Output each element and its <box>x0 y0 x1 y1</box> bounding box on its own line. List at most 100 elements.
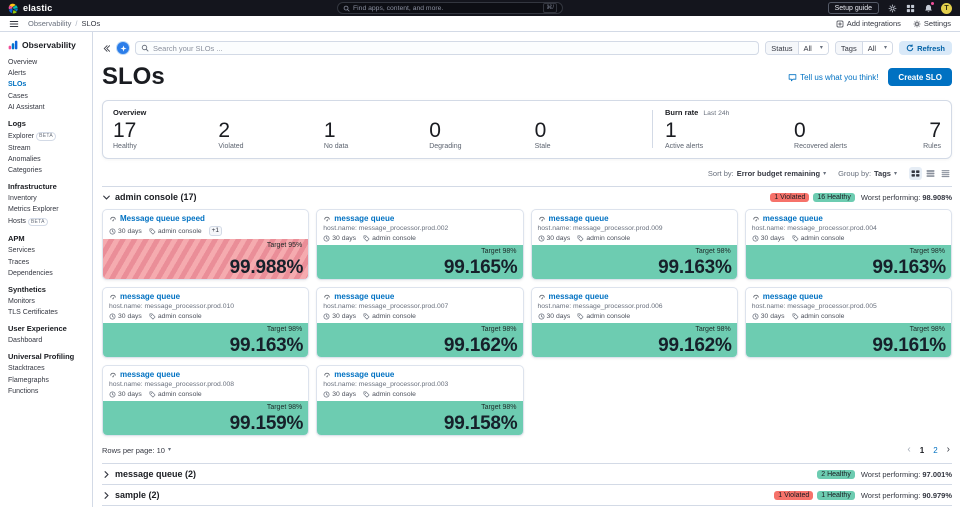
elastic-logo[interactable]: elastic <box>8 3 52 14</box>
slo-search-field[interactable] <box>135 41 759 55</box>
notifications-bell-icon[interactable] <box>923 3 933 13</box>
caret-down-icon: ▾ <box>894 171 897 177</box>
slo-search-input[interactable] <box>153 44 753 53</box>
apps-grid-icon[interactable] <box>905 3 915 13</box>
group-meta: 2 Healthy Worst performing: 97.001% <box>817 470 952 479</box>
settings-link[interactable]: Settings <box>913 19 951 28</box>
page-number[interactable]: 2 <box>933 446 937 455</box>
sidebar-item-traces[interactable]: Traces <box>8 256 88 267</box>
setup-guide-button[interactable]: Setup guide <box>828 2 879 14</box>
user-avatar[interactable]: T <box>941 3 952 14</box>
slo-card[interactable]: message queue host.name: message_process… <box>531 209 738 280</box>
list-view-button[interactable] <box>924 167 937 180</box>
sidebar-item-hosts[interactable]: Hosts BETA <box>8 216 88 229</box>
rows-per-page-dropdown[interactable]: Rows per page: 10 ▾ <box>102 446 171 455</box>
breadcrumb-bar: Observability / SLOs Add integrations Se… <box>0 16 960 32</box>
feedback-button[interactable]: Tell us what you think! <box>788 73 878 82</box>
slo-card[interactable]: message queue host.name: message_process… <box>316 365 523 436</box>
slo-card-host: host.name: message_processor.prod.010 <box>109 303 302 310</box>
sidebar-item-stream[interactable]: Stream <box>8 143 88 154</box>
slo-card[interactable]: Message queue speed 30 days admin co <box>102 209 309 280</box>
nav-group: Synthetics Monitors TLS Certificates <box>8 285 88 318</box>
global-search-input[interactable]: Find apps, content, and more. ⌘/ <box>337 2 563 14</box>
add-integrations-link[interactable]: Add integrations <box>836 19 901 28</box>
sli-value: 99.163% <box>230 335 304 357</box>
sidebar-item-inventory[interactable]: Inventory <box>8 193 88 204</box>
worst-performing-label: Worst performing: <box>861 193 920 202</box>
sidebar-item-label: Categories <box>8 167 42 174</box>
slo-gauge-icon <box>109 371 117 379</box>
menu-icon[interactable] <box>9 19 19 29</box>
page-number[interactable]: 1 <box>920 446 924 455</box>
nav-group-header: User Experience <box>8 324 88 333</box>
beta-badge: BETA <box>28 218 48 227</box>
sidebar-item-anomalies[interactable]: Anomalies <box>8 154 88 165</box>
slo-card[interactable]: message queue host.name: message_process… <box>745 287 952 358</box>
compact-view-button[interactable] <box>939 167 952 180</box>
breadcrumb-separator: / <box>75 19 77 28</box>
collapsed-group-message-queue-2[interactable]: message queue (2) 2 Healthy Worst perfor… <box>102 463 952 484</box>
create-slo-button[interactable]: Create SLO <box>888 68 952 86</box>
slo-card[interactable]: message queue host.name: message_process… <box>102 287 309 358</box>
status-badge: 1 Violated <box>774 491 813 500</box>
refresh-button[interactable]: Refresh <box>899 41 952 55</box>
duration-tag: 30 days <box>109 313 142 320</box>
sidebar-item-ai-assistant[interactable]: AI Assistant <box>8 102 88 113</box>
sort-by-dropdown[interactable]: Sort by: Error budget remaining ▾ <box>708 169 826 178</box>
nav-group-list: Services Traces Dependencies <box>8 245 88 279</box>
status-badge: 2 Healthy <box>817 470 855 479</box>
sidebar-item-dependencies[interactable]: Dependencies <box>8 268 88 279</box>
worst-label: Worst performing: <box>861 491 920 500</box>
sidebar-item-flamegraphs[interactable]: Flamegraphs <box>8 375 88 386</box>
burn-rate-stats: 1 Active alerts 0 Recovered alerts 7 Rul… <box>665 120 941 150</box>
prev-page-button[interactable]: ‹ <box>907 445 910 455</box>
sidebar-nav: Overview Alerts SLOs Cases AI Assistant … <box>8 57 88 397</box>
slo-card[interactable]: message queue host.name: message_process… <box>745 209 952 280</box>
slo-card[interactable]: message queue host.name: message_process… <box>316 209 523 280</box>
card-view-button[interactable] <box>909 167 922 180</box>
plus-badge[interactable]: +1 <box>209 226 222 236</box>
gear-icon[interactable] <box>887 3 897 13</box>
slo-card[interactable]: message queue host.name: message_process… <box>102 365 309 436</box>
solution-title: Observability <box>22 40 76 50</box>
sidebar-item-label: Dependencies <box>8 270 53 277</box>
ai-assistant-button[interactable] <box>117 42 129 54</box>
nav-group-list: Dashboard <box>8 335 88 346</box>
collapsed-group-sample-2[interactable]: sample (2) 1 Violated1 Healthy Worst per… <box>102 484 952 506</box>
status-filter[interactable]: Status All ▾ <box>765 41 829 55</box>
collapse-nav-icon[interactable] <box>102 44 111 53</box>
sidebar-item-metrics-explorer[interactable]: Metrics Explorer <box>8 204 88 215</box>
duration-tag: 30 days <box>538 313 571 320</box>
tags-filter[interactable]: Tags All ▾ <box>835 41 893 55</box>
search-shortcut-badge: ⌘/ <box>543 3 557 13</box>
sidebar-item-monitors[interactable]: Monitors <box>8 296 88 307</box>
sidebar-item-services[interactable]: Services <box>8 245 88 256</box>
group-tag: admin console <box>577 313 630 320</box>
next-page-button[interactable]: › <box>947 445 950 455</box>
worst-performing-value: 98.908% <box>922 193 952 202</box>
sidebar-item-cases[interactable]: Cases <box>8 91 88 102</box>
sidebar-item-explorer[interactable]: Explorer BETA <box>8 130 88 143</box>
worst-value: 90.979% <box>922 491 952 500</box>
sidebar-item-functions[interactable]: Functions <box>8 386 88 397</box>
beta-badge: BETA <box>36 132 56 141</box>
sidebar-item-categories[interactable]: Categories <box>8 165 88 176</box>
slo-card-title: message queue <box>334 292 394 301</box>
group-by-dropdown[interactable]: Group by: Tags ▾ <box>838 169 897 178</box>
group-title: message queue (2) <box>115 469 196 479</box>
sidebar-item-alerts[interactable]: Alerts <box>8 68 88 79</box>
sidebar-item-tls-certificates[interactable]: TLS Certificates <box>8 307 88 318</box>
solution-header[interactable]: Observability <box>8 40 88 50</box>
sidebar-item-stacktraces[interactable]: Stacktraces <box>8 363 88 374</box>
breadcrumb-observability[interactable]: Observability <box>28 19 71 28</box>
nav-group-header: APM <box>8 234 88 243</box>
sidebar-item-slos[interactable]: SLOs <box>8 79 88 90</box>
sidebar-item-overview[interactable]: Overview <box>8 57 88 68</box>
slo-card[interactable]: message queue host.name: message_process… <box>316 287 523 358</box>
sidebar-item-dashboard[interactable]: Dashboard <box>8 335 88 346</box>
sparkle-icon <box>120 45 127 52</box>
header-actions: Setup guide T <box>828 2 952 14</box>
group-header-admin-console[interactable]: admin console (17) 1 Violated16 Healthy … <box>102 186 952 206</box>
slo-card[interactable]: message queue host.name: message_process… <box>531 287 738 358</box>
stat-label: Healthy <box>113 143 218 150</box>
